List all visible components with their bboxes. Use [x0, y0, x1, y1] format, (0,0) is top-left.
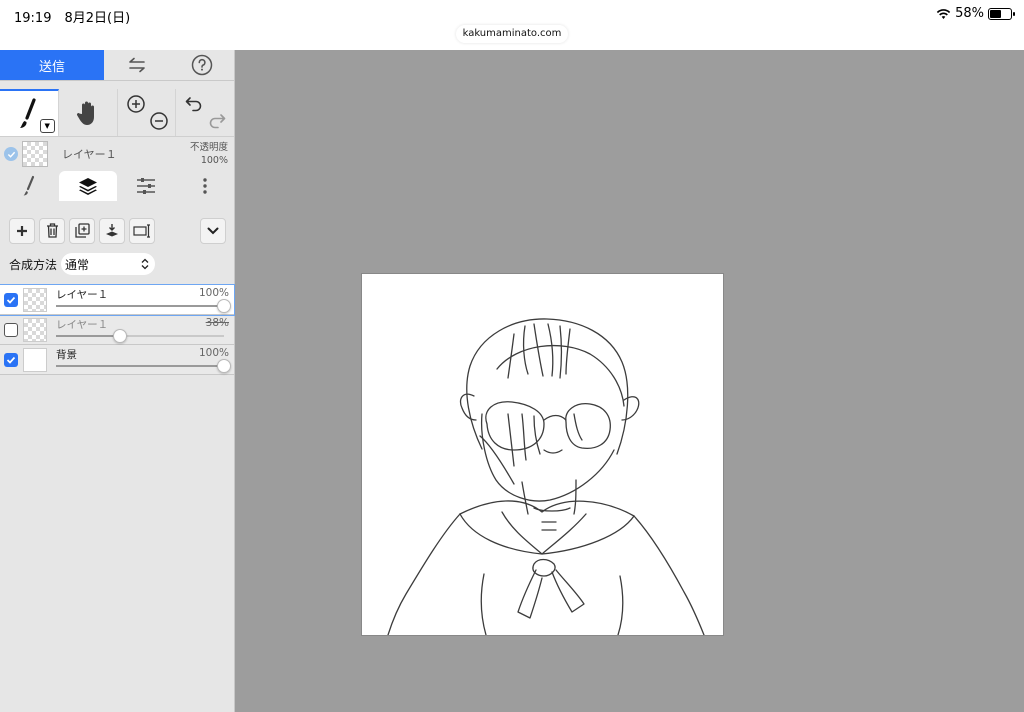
- current-layer-thumbnail: [22, 141, 48, 167]
- tab-brush[interactable]: [0, 171, 59, 201]
- current-layer-info[interactable]: レイヤー１ 不透明度 100%: [0, 137, 234, 171]
- delete-layer-button[interactable]: [39, 217, 65, 244]
- layer-opacity: 100%: [198, 347, 229, 359]
- panel-topbar: 送信: [0, 50, 234, 81]
- blend-mode-row: 合成方法 通常: [0, 253, 234, 275]
- layer-row[interactable]: 背景 100%: [0, 345, 234, 375]
- layer-opacity: 38%: [205, 317, 229, 329]
- zoom-in-icon[interactable]: [126, 94, 146, 114]
- url-pill[interactable]: kakumaminato.com: [456, 25, 568, 43]
- layer-thumbnail: [23, 317, 47, 342]
- brush-tool-button[interactable]: ▼: [0, 89, 59, 136]
- current-layer-check[interactable]: [4, 147, 18, 161]
- merge-down-button[interactable]: [99, 217, 125, 244]
- layer-meta: レイヤー１ 38%: [56, 317, 229, 343]
- tool-panel: 送信 ▼ レイヤー１ 不透明度 100% 合成方法 通常 レイヤー１ 100% …: [0, 50, 235, 712]
- updown-chevron-icon: [141, 258, 149, 270]
- status-time: 19:19 8月2日(日): [14, 11, 131, 26]
- status-right: 58%: [936, 6, 1015, 21]
- help-icon: [191, 54, 212, 76]
- layer-name: レイヤー１: [56, 289, 109, 301]
- opacity-slider-fill: [56, 365, 224, 367]
- blend-mode-value: 通常: [65, 257, 90, 272]
- rename-layer-icon: [133, 223, 150, 238]
- zoom-buttons: [118, 89, 177, 136]
- layer-visibility-checkbox[interactable]: [4, 322, 18, 337]
- tab-layers[interactable]: [58, 171, 117, 201]
- opacity-slider[interactable]: [56, 359, 231, 373]
- current-layer-name: レイヤー１: [62, 148, 117, 161]
- hand-icon: [76, 101, 94, 125]
- delete-layer-icon: [46, 223, 58, 238]
- current-layer-opacity: 不透明度 100%: [190, 141, 228, 167]
- wifi-icon: [936, 8, 951, 19]
- layer-row[interactable]: レイヤー１ 100%: [0, 284, 235, 316]
- checkmark-icon: [6, 296, 16, 304]
- panel-tabs: [0, 171, 234, 201]
- chevron-down-icon: [207, 227, 219, 234]
- layer-row[interactable]: レイヤー１ 38%: [0, 315, 234, 345]
- help-button[interactable]: [169, 50, 234, 80]
- history-buttons: [176, 89, 234, 136]
- drawing-canvas[interactable]: [361, 273, 724, 636]
- duplicate-layer-button[interactable]: [69, 217, 95, 244]
- tab-adjustments[interactable]: [117, 171, 176, 201]
- add-layer-icon: [17, 225, 27, 236]
- layer-thumbnail: [23, 347, 47, 372]
- hand-tool-button[interactable]: [59, 89, 118, 136]
- brush-tab-icon: [23, 175, 35, 196]
- undo-icon[interactable]: [184, 94, 204, 114]
- opacity-slider-fill: [56, 305, 224, 307]
- rename-layer-button[interactable]: [129, 217, 155, 244]
- opacity-slider-knob[interactable]: [112, 329, 127, 343]
- opacity-slider-knob[interactable]: [217, 359, 231, 373]
- opacity-slider[interactable]: [56, 299, 231, 313]
- layers-tab-icon: [78, 178, 97, 195]
- duplicate-layer-icon: [74, 223, 90, 238]
- battery-percent: 58%: [955, 6, 984, 21]
- layer-list: レイヤー１ 100% レイヤー１ 38% 背景 100%: [0, 284, 235, 375]
- swap-button[interactable]: [104, 50, 169, 80]
- actions-expand-button[interactable]: [200, 217, 226, 244]
- tab-more[interactable]: [176, 171, 235, 201]
- opacity-value: 100%: [200, 155, 228, 166]
- brush-tool-icon: [19, 97, 36, 128]
- layer-actions: [0, 201, 234, 249]
- opacity-slider-fill: [56, 335, 120, 337]
- redo-icon[interactable]: [207, 111, 227, 131]
- status-bar: 19:19 8月2日(日) kakumaminato.com 58%: [0, 0, 1024, 50]
- checkmark-icon: [7, 151, 15, 158]
- swap-arrows-icon: [128, 57, 145, 73]
- opacity-title: 不透明度: [189, 142, 228, 153]
- checkmark-icon: [6, 356, 16, 364]
- layer-opacity: 100%: [198, 287, 229, 299]
- layer-thumbnail: [23, 287, 47, 312]
- adjustments-tab-icon: [137, 178, 156, 194]
- opacity-slider-knob[interactable]: [217, 299, 231, 313]
- more-vertical-icon: [203, 178, 207, 194]
- blend-mode-label: 合成方法: [9, 257, 58, 272]
- layer-meta: 背景 100%: [56, 347, 231, 373]
- layer-meta: レイヤー１ 100%: [56, 287, 231, 313]
- blend-mode-select[interactable]: 通常: [61, 253, 156, 275]
- layer-visibility-checkbox[interactable]: [4, 292, 18, 307]
- battery-icon: [988, 7, 1015, 20]
- merge-down-icon: [106, 224, 118, 237]
- layer-name: レイヤー１: [56, 319, 109, 331]
- layer-visibility-checkbox[interactable]: [4, 352, 18, 367]
- sketch-drawing: [387, 318, 705, 635]
- add-layer-button[interactable]: [9, 217, 35, 244]
- tool-row: ▼: [0, 89, 234, 137]
- layer-name: 背景: [56, 349, 77, 361]
- send-button[interactable]: 送信: [0, 50, 104, 80]
- zoom-out-icon[interactable]: [149, 111, 169, 131]
- opacity-slider[interactable]: [56, 329, 224, 343]
- brush-dropdown-icon[interactable]: ▼: [39, 119, 55, 133]
